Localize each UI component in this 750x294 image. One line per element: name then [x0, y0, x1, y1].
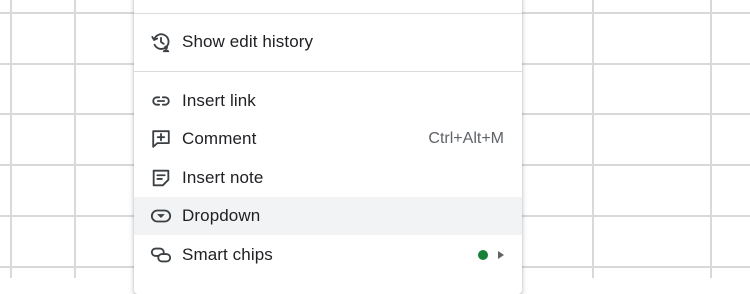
menu-item-comment[interactable]: Comment Ctrl+Alt+M — [134, 120, 522, 158]
menu-item-label: Dropdown — [182, 206, 261, 225]
menu-item-label: Insert link — [182, 91, 256, 110]
grid-column-line — [592, 0, 594, 278]
menu-divider — [134, 13, 522, 14]
menu-item-label: Comment — [182, 129, 257, 148]
smart-chips-icon — [150, 244, 172, 266]
grid-column-line — [10, 0, 12, 278]
menu-item-smart-chips[interactable]: Smart chips — [134, 236, 522, 274]
comment-add-icon — [150, 128, 172, 150]
menu-divider — [134, 71, 522, 72]
menu-item-label: Show edit history — [182, 32, 314, 51]
dropdown-icon — [150, 205, 172, 227]
menu-item-insert-note[interactable]: Insert note — [134, 159, 522, 197]
grid-column-line — [74, 0, 76, 278]
submenu-arrow-icon — [498, 251, 504, 259]
menu-item-label: Insert note — [182, 168, 264, 187]
cell-context-menu: Show edit history Insert link Comment Ct… — [134, 0, 522, 294]
new-feature-dot — [478, 250, 488, 260]
note-icon — [150, 167, 172, 189]
menu-item-insert-link[interactable]: Insert link — [134, 82, 522, 120]
menu-item-show-edit-history[interactable]: Show edit history — [134, 23, 522, 61]
link-icon — [150, 90, 172, 112]
menu-item-label: Smart chips — [182, 245, 273, 264]
grid-column-line — [710, 0, 712, 278]
edit-history-icon — [150, 31, 172, 53]
menu-item-dropdown[interactable]: Dropdown — [134, 197, 522, 235]
keyboard-shortcut: Ctrl+Alt+M — [428, 130, 504, 147]
